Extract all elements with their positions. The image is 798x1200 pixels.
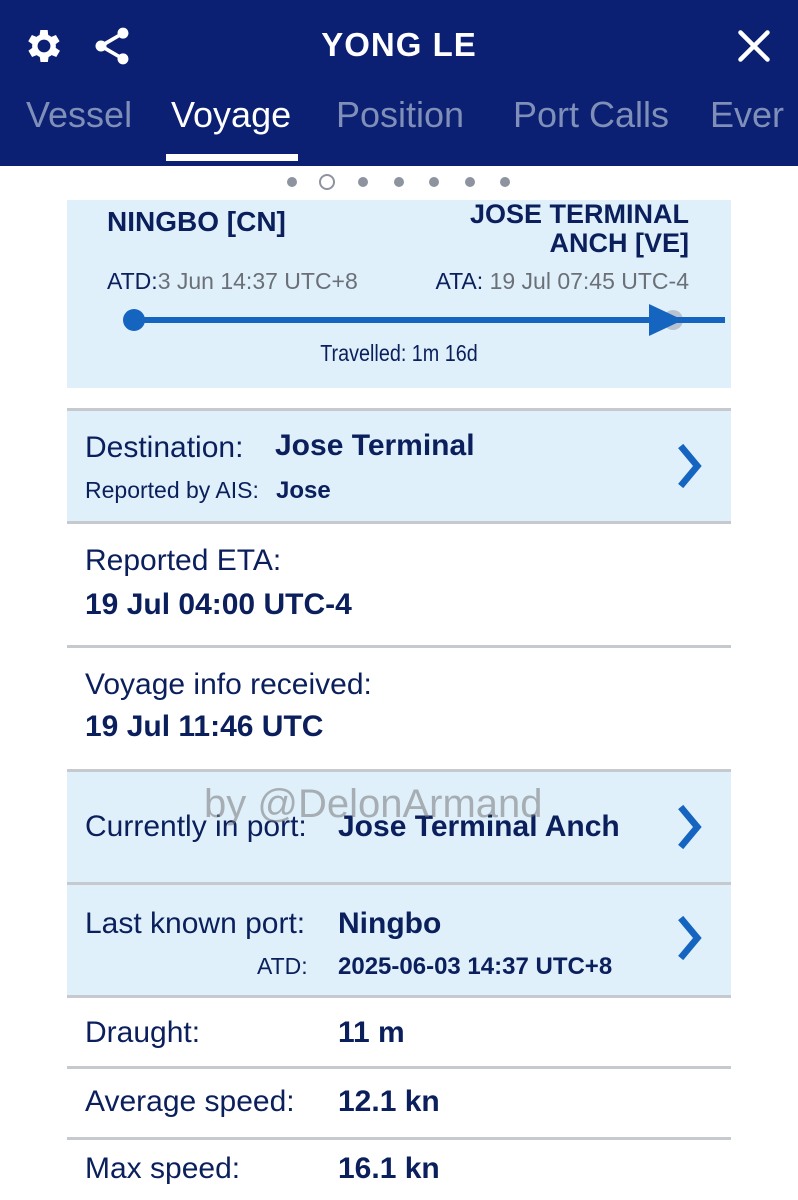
settings-button[interactable] bbox=[20, 22, 68, 70]
close-button[interactable] bbox=[730, 22, 778, 70]
max-speed-row: Max speed: 16.1 kn bbox=[67, 1140, 731, 1200]
avg-speed-row: Average speed: 12.1 kn bbox=[67, 1069, 731, 1137]
route-start-dot bbox=[123, 309, 145, 331]
page-dot[interactable] bbox=[429, 177, 439, 187]
destination-port: JOSE TERMINAL ANCH [VE] bbox=[369, 200, 689, 258]
header-top-bar: YONG LE bbox=[0, 0, 798, 90]
last-port-atd-value: 2025-06-03 14:37 UTC+8 bbox=[338, 953, 613, 980]
route-card: NINGBO [CN] JOSE TERMINAL ANCH [VE] ATD:… bbox=[67, 200, 731, 388]
active-tab-indicator bbox=[166, 154, 298, 161]
max-speed-label: Max speed: bbox=[85, 1152, 241, 1185]
current-port-value: Jose Terminal Anch bbox=[338, 810, 620, 843]
last-port-label: Last known port: bbox=[85, 907, 306, 940]
atd-info: ATD:3 Jun 14:37 UTC+8 bbox=[107, 268, 358, 295]
ais-label: Reported by AIS: bbox=[85, 477, 259, 503]
last-port-value: Ningbo bbox=[338, 907, 442, 940]
page-dot-current[interactable] bbox=[319, 174, 335, 190]
destination-label: Destination: bbox=[85, 431, 244, 464]
current-port-row[interactable]: Currently in port: Jose Terminal Anch bbox=[67, 772, 731, 882]
voyage-info-label: Voyage info received: bbox=[85, 668, 372, 701]
current-port-label: Currently in port: bbox=[85, 810, 307, 843]
travelled-duration: Travelled: 1m 16d bbox=[320, 340, 478, 366]
page-dot[interactable] bbox=[500, 177, 510, 187]
tab-position[interactable]: Position bbox=[336, 94, 464, 136]
eta-row: Reported ETA: 19 Jul 04:00 UTC-4 bbox=[67, 524, 731, 644]
page-indicator bbox=[0, 173, 798, 191]
close-icon bbox=[738, 30, 770, 62]
route-progress-bar bbox=[135, 317, 725, 323]
page-dot[interactable] bbox=[394, 177, 404, 187]
draught-row: Draught: 11 m bbox=[67, 998, 731, 1066]
tab-vessel[interactable]: Vessel bbox=[26, 94, 132, 136]
tab-events[interactable]: Ever bbox=[710, 94, 784, 136]
draught-value: 11 m bbox=[338, 1016, 405, 1049]
atd-value: 3 Jun 14:37 UTC+8 bbox=[157, 268, 358, 294]
max-speed-value: 16.1 kn bbox=[338, 1152, 440, 1185]
eta-label: Reported ETA: bbox=[85, 544, 282, 577]
destination-row[interactable]: Destination: Jose Terminal Reported by A… bbox=[67, 411, 731, 521]
draught-label: Draught: bbox=[85, 1016, 201, 1049]
share-button[interactable] bbox=[88, 22, 136, 70]
chevron-right-icon bbox=[678, 915, 702, 961]
chevron-right-icon bbox=[678, 443, 702, 489]
last-port-atd-label: ATD: bbox=[257, 953, 308, 979]
eta-value: 19 Jul 04:00 UTC-4 bbox=[85, 588, 352, 621]
app-header: YONG LE Vessel Voyage Position Port Call… bbox=[0, 0, 798, 166]
ata-label: ATA: bbox=[435, 268, 484, 294]
voyage-info-value: 19 Jul 11:46 UTC bbox=[85, 710, 324, 743]
ata-value: 19 Jul 07:45 UTC-4 bbox=[489, 268, 689, 294]
tab-port-calls[interactable]: Port Calls bbox=[513, 94, 669, 136]
vessel-title: YONG LE bbox=[321, 26, 477, 63]
destination-port-line2: ANCH [VE] bbox=[549, 228, 690, 258]
voyage-info-row: Voyage info received: 19 Jul 11:46 UTC bbox=[67, 648, 731, 768]
avg-speed-value: 12.1 kn bbox=[338, 1085, 440, 1118]
page-dot[interactable] bbox=[287, 177, 297, 187]
destination-port-line1: JOSE TERMINAL bbox=[469, 199, 689, 229]
tab-voyage[interactable]: Voyage bbox=[171, 94, 291, 136]
share-icon bbox=[95, 27, 129, 65]
page-dot[interactable] bbox=[465, 177, 475, 187]
avg-speed-label: Average speed: bbox=[85, 1085, 295, 1118]
ata-info: ATA: 19 Jul 07:45 UTC-4 bbox=[435, 268, 689, 295]
route-arrow-icon bbox=[649, 304, 683, 336]
tab-bar: Vessel Voyage Position Port Calls Ever bbox=[0, 88, 798, 166]
page-dot[interactable] bbox=[358, 177, 368, 187]
chevron-right-icon bbox=[678, 804, 702, 850]
destination-value: Jose Terminal bbox=[275, 429, 475, 462]
gear-icon bbox=[28, 30, 60, 62]
atd-label: ATD: bbox=[107, 268, 158, 294]
ais-value: Jose bbox=[276, 477, 331, 504]
origin-port: NINGBO [CN] bbox=[107, 206, 286, 237]
last-port-row[interactable]: Last known port: Ningbo ATD: 2025-06-03 … bbox=[67, 885, 731, 995]
